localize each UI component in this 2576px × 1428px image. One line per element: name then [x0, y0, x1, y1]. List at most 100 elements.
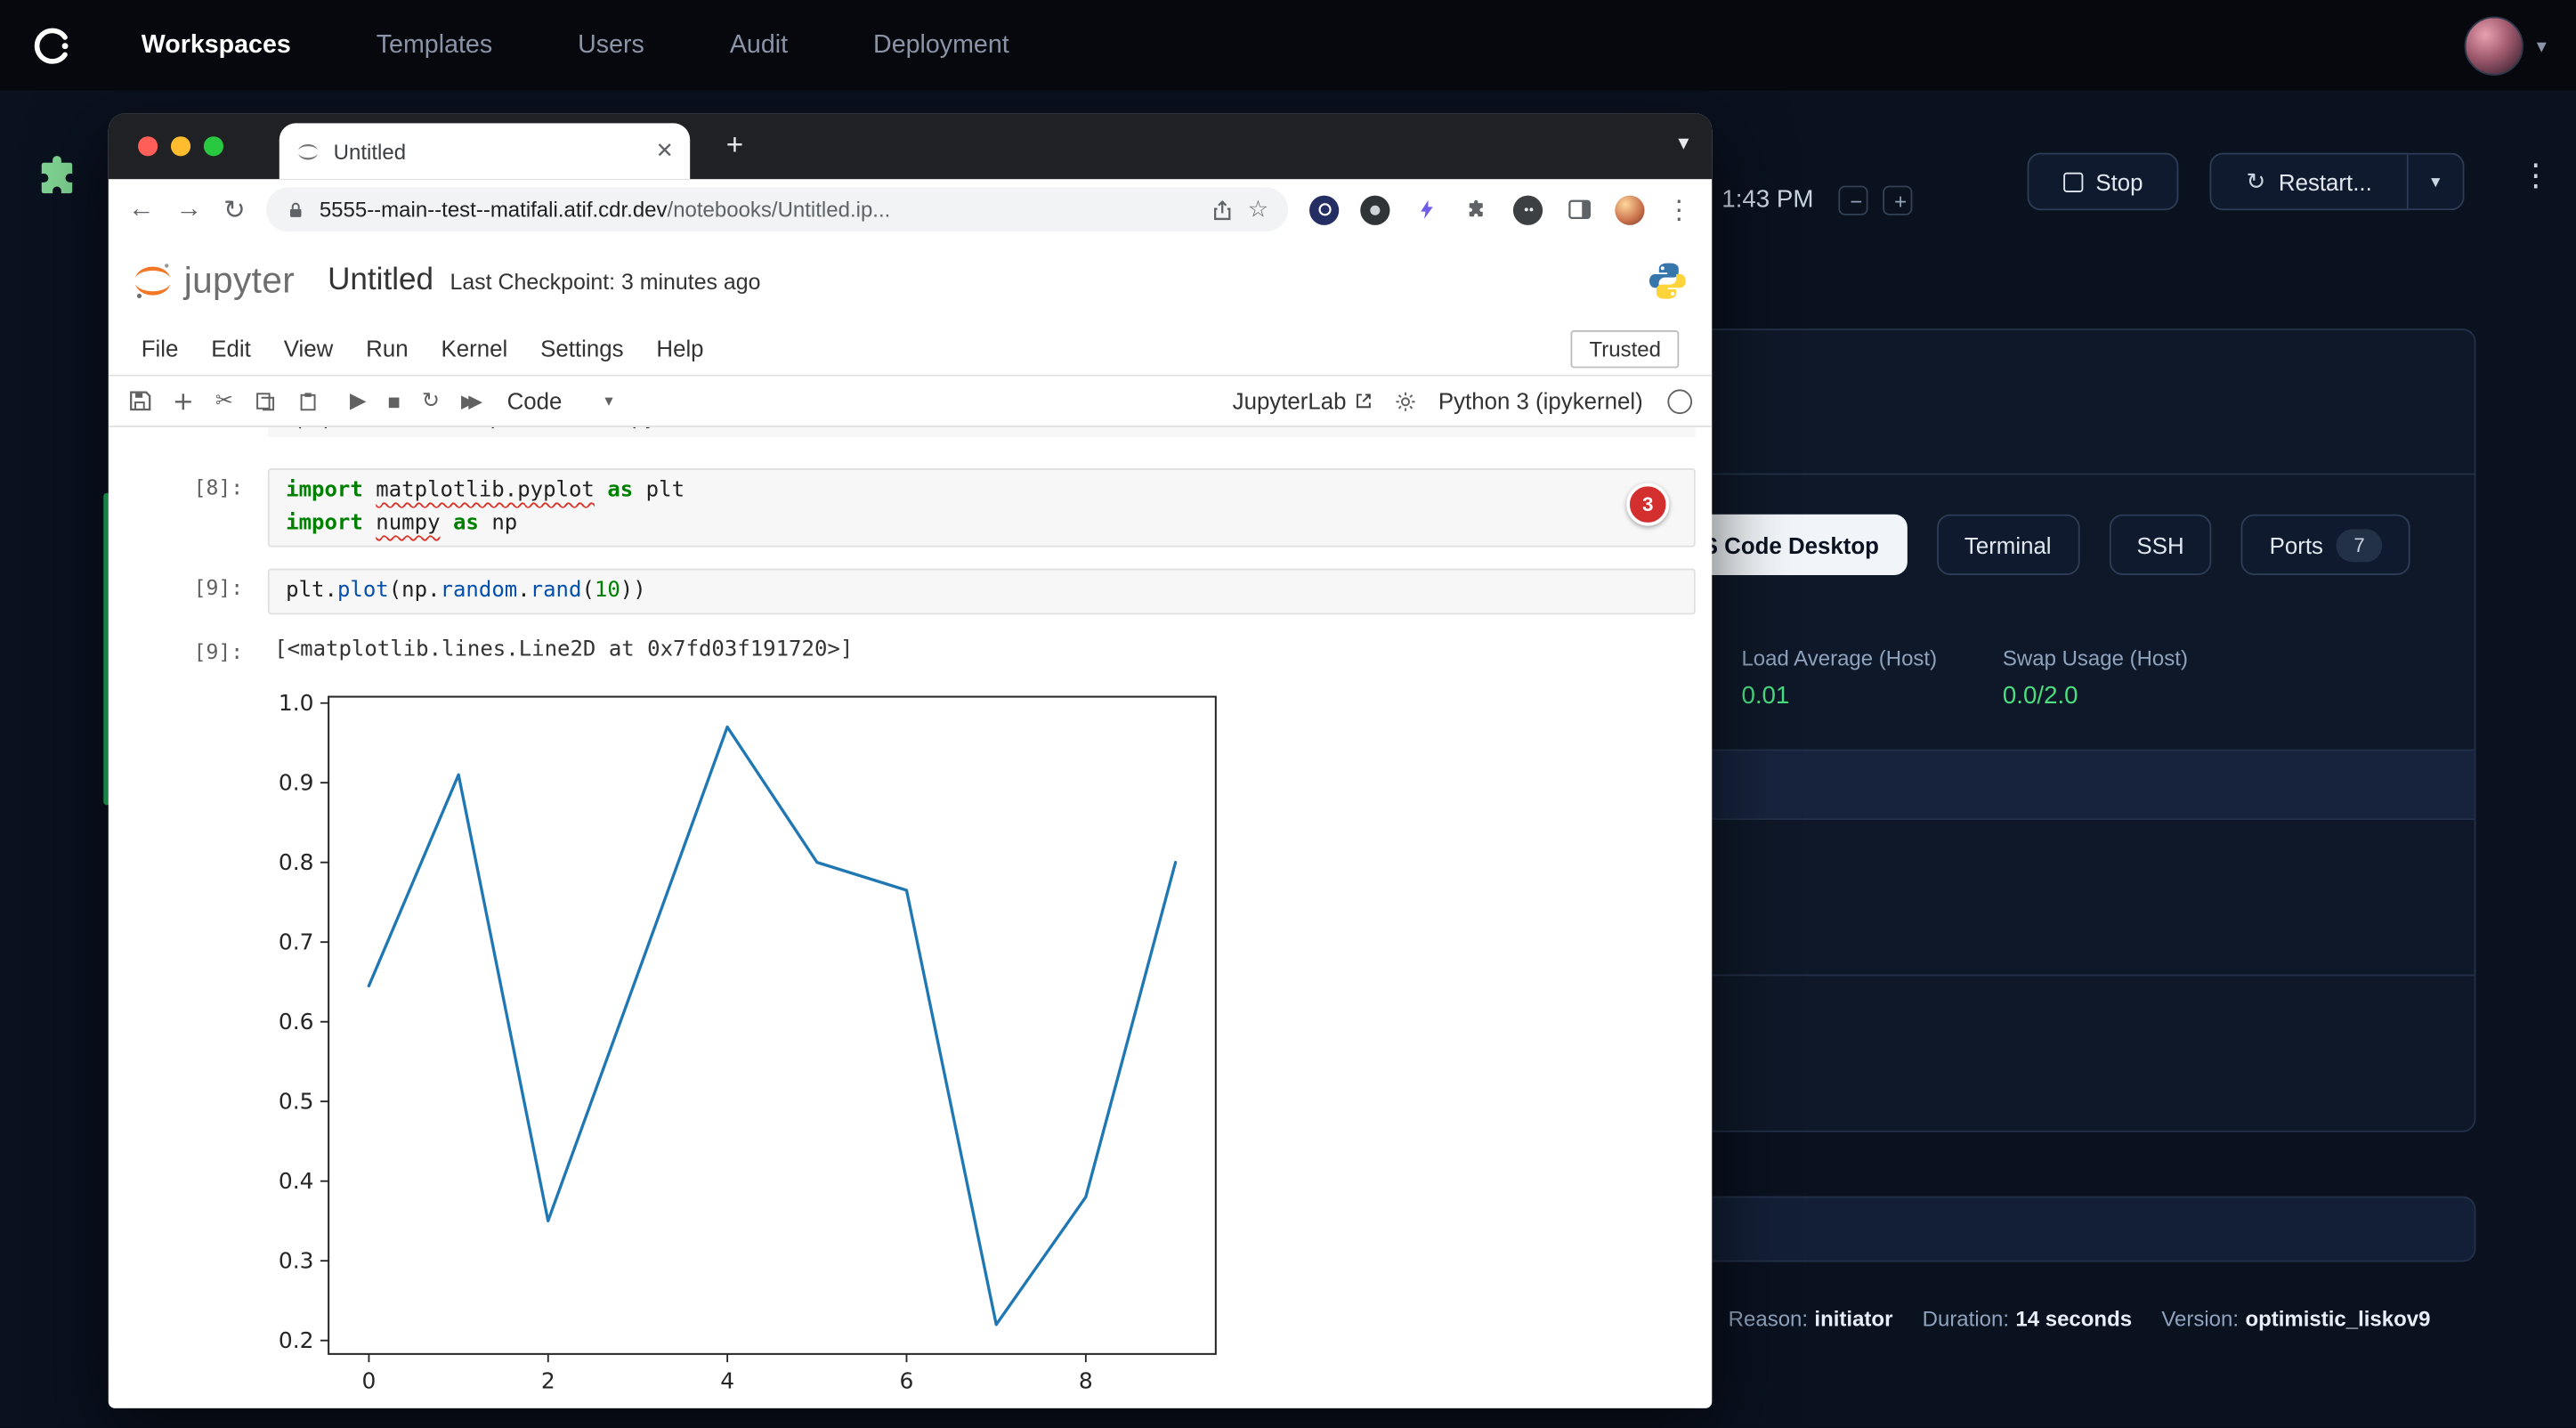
- side-panel-icon[interactable]: [1564, 195, 1593, 224]
- clipped-cell[interactable]: %pip install matplotlib numpy: [268, 427, 1696, 437]
- paste-cell-icon[interactable]: [297, 390, 319, 411]
- user-avatar[interactable]: [2464, 16, 2523, 75]
- menu-view[interactable]: View: [267, 336, 349, 362]
- menu-kernel[interactable]: Kernel: [425, 336, 524, 362]
- restart-kernel-icon[interactable]: ↻: [422, 388, 440, 415]
- settings-gear-icon[interactable]: [1396, 390, 1417, 411]
- code-cell[interactable]: import matplotlib.pyplot as pltimport nu…: [268, 468, 1696, 548]
- collaborator-badge: 3: [1626, 483, 1669, 526]
- nav-item-templates[interactable]: Templates: [377, 30, 492, 60]
- stop-workspace-button[interactable]: Stop: [2028, 153, 2179, 211]
- stat-load-average-host-: Load Average (Host)0.01: [1741, 645, 1937, 710]
- browser-addressbar: ← → ↻ 5555--main--test--matifali.atif.cd…: [109, 179, 1712, 239]
- deadline-plus-button[interactable]: +: [1883, 186, 1912, 215]
- menu-run[interactable]: Run: [350, 336, 425, 362]
- menu-edit[interactable]: Edit: [195, 336, 267, 362]
- notebook-title[interactable]: Untitled: [328, 263, 433, 299]
- nav-item-audit[interactable]: Audit: [730, 30, 788, 60]
- host-stats: Load Average (Host)0.01 Swap Usage (Host)…: [1741, 645, 2188, 710]
- cut-cell-icon[interactable]: ✂: [215, 388, 233, 415]
- nav-item-deployment[interactable]: Deployment: [873, 30, 1009, 60]
- onepassword-extension-icon[interactable]: [1309, 195, 1339, 224]
- github-extension-icon[interactable]: [1360, 195, 1389, 224]
- code-token: np: [479, 511, 517, 536]
- jupyter-header: jupyter Untitled Last Checkpoint: 3 minu…: [109, 239, 1712, 321]
- input-prompt: [9]:: [158, 575, 243, 600]
- browser-profile-avatar[interactable]: [1615, 195, 1644, 224]
- jupyter-wordmark: jupyter: [184, 260, 295, 303]
- menu-settings[interactable]: Settings: [524, 336, 640, 362]
- svg-text:4: 4: [720, 1368, 734, 1394]
- code-token: .: [427, 579, 440, 604]
- code-token: (: [581, 579, 594, 604]
- restart-icon: ↻: [2247, 167, 2266, 195]
- bookmark-star-icon[interactable]: ☆: [1248, 196, 1268, 223]
- interrupt-kernel-icon[interactable]: ■: [387, 389, 401, 414]
- nav-item-workspaces[interactable]: Workspaces: [142, 30, 291, 60]
- meta-version-: Version:optimistic_liskov9: [2161, 1306, 2430, 1331]
- save-icon[interactable]: [128, 389, 151, 412]
- back-icon[interactable]: ←: [128, 195, 155, 224]
- jupyter-toolbar: ✂ ▶ ■ ↻ ▶▶ Code ▾ JupyterLab: [109, 377, 1712, 427]
- browser-menu-icon[interactable]: ⋮: [1666, 193, 1693, 226]
- open-in-jupyterlab-link[interactable]: JupyterLab: [1233, 388, 1374, 415]
- app-button-terminal[interactable]: Terminal: [1937, 515, 2079, 575]
- url-omnibox[interactable]: 5555--main--test--matifali.atif.cdr.dev/…: [267, 187, 1288, 231]
- new-tab-button[interactable]: +: [726, 128, 743, 163]
- trusted-button[interactable]: Trusted: [1571, 329, 1679, 367]
- chevron-down-icon: ▾: [2431, 171, 2440, 192]
- cell-type-dropdown[interactable]: Code ▾: [507, 388, 613, 415]
- lock-icon: [287, 199, 306, 219]
- restart-workspace-button[interactable]: ↻ Restart...: [2209, 153, 2408, 211]
- lightning-extension-icon[interactable]: [1411, 195, 1440, 224]
- kernel-status-icon: [1667, 389, 1692, 414]
- app-button-ssh[interactable]: SSH: [2109, 515, 2212, 575]
- code-token: [441, 511, 453, 536]
- svg-text:2: 2: [541, 1368, 555, 1394]
- browser-tab[interactable]: Untitled ✕: [279, 123, 690, 179]
- browser-tabstrip: Untitled ✕ + ▾: [109, 113, 1712, 179]
- deadline-minus-button[interactable]: −: [1838, 186, 1867, 215]
- stat-swap-usage-host-: Swap Usage (Host)0.0/2.0: [2003, 645, 2188, 710]
- zoom-window-button[interactable]: [204, 136, 223, 156]
- workspace-more-menu[interactable]: ⋮: [2510, 156, 2561, 197]
- restart-run-all-icon[interactable]: ▶▶: [461, 390, 475, 411]
- code-token: plt: [286, 579, 324, 604]
- reload-icon[interactable]: ↻: [223, 193, 246, 226]
- app-label: VS Code Desktop: [1688, 531, 1879, 558]
- code-token: .: [324, 579, 336, 604]
- menu-help[interactable]: Help: [640, 336, 720, 362]
- code-token: )): [620, 579, 646, 604]
- user-menu-chevron-icon[interactable]: ▾: [2537, 34, 2547, 57]
- run-cell-icon[interactable]: ▶: [350, 388, 366, 415]
- cell-type-value: Code: [507, 388, 563, 415]
- code-token: plot: [337, 579, 389, 604]
- restart-options-chevron[interactable]: ▾: [2409, 153, 2465, 211]
- menu-file[interactable]: File: [125, 336, 195, 362]
- forward-icon[interactable]: →: [175, 195, 202, 224]
- extensions-puzzle-icon[interactable]: [1462, 195, 1492, 224]
- stat-value: 0.01: [1741, 682, 1937, 710]
- tab-search-chevron-icon[interactable]: ▾: [1678, 130, 1689, 157]
- minimize-window-button[interactable]: [171, 136, 190, 156]
- workspace-template-puzzle-icon: [33, 153, 85, 206]
- code-token: import: [286, 478, 363, 503]
- stat-label: Swap Usage (Host): [2003, 645, 2188, 670]
- meta-reason-: Reason:initiator: [1729, 1306, 1893, 1331]
- tab-close-icon[interactable]: ✕: [656, 138, 674, 165]
- nav-item-users[interactable]: Users: [578, 30, 644, 60]
- code-token: random: [441, 579, 518, 604]
- kernel-name[interactable]: Python 3 (ipykernel): [1438, 388, 1643, 415]
- code-token: rand: [531, 579, 582, 604]
- svg-text:0.3: 0.3: [279, 1247, 314, 1273]
- share-icon[interactable]: [1211, 198, 1235, 221]
- app-button-ports[interactable]: Ports7: [2241, 515, 2410, 575]
- code-token: as: [453, 511, 479, 536]
- close-window-button[interactable]: [138, 136, 158, 156]
- input-prompt: [8]:: [158, 475, 243, 499]
- add-cell-icon[interactable]: [173, 390, 194, 411]
- code-cell[interactable]: plt.plot(np.random.rand(10)): [268, 569, 1696, 615]
- stop-label: Stop: [2095, 168, 2143, 195]
- extension-icon-2[interactable]: [1513, 195, 1543, 224]
- copy-cell-icon[interactable]: [255, 390, 276, 411]
